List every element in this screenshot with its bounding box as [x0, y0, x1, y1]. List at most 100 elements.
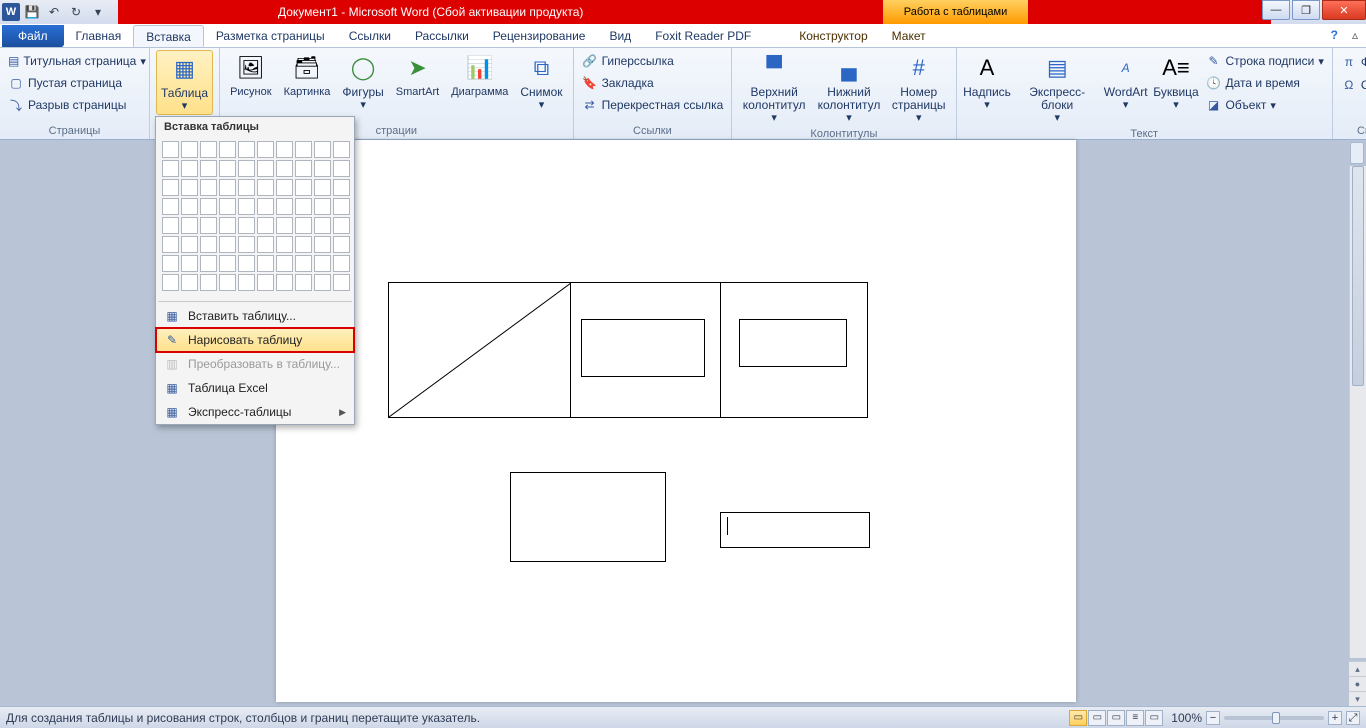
tab-design[interactable]: Конструктор	[787, 25, 879, 47]
grid-cell[interactable]	[276, 217, 293, 234]
save-icon[interactable]: 💾	[22, 2, 42, 22]
grid-cell[interactable]	[181, 274, 198, 291]
grid-cell[interactable]	[219, 141, 236, 158]
document-page[interactable]	[276, 140, 1076, 702]
grid-cell[interactable]	[314, 217, 331, 234]
grid-cell[interactable]	[314, 255, 331, 272]
grid-cell[interactable]	[333, 198, 350, 215]
grid-cell[interactable]	[238, 255, 255, 272]
quick-tables-item[interactable]: ▦Экспресс-таблицы▶	[156, 400, 354, 424]
lower-box-right[interactable]	[720, 512, 870, 548]
prev-page-icon[interactable]: ▴	[1349, 661, 1366, 676]
grid-cell[interactable]	[238, 179, 255, 196]
zoom-thumb[interactable]	[1272, 712, 1280, 724]
grid-cell[interactable]	[200, 255, 217, 272]
grid-cell[interactable]	[219, 179, 236, 196]
grid-cell[interactable]	[276, 160, 293, 177]
footer-button[interactable]: ▄Нижний колонтитул ▾	[814, 50, 884, 126]
grid-cell[interactable]	[200, 274, 217, 291]
grid-cell[interactable]	[162, 255, 179, 272]
grid-cell[interactable]	[295, 217, 312, 234]
screenshot-button[interactable]: ⧉Снимок▾	[516, 50, 566, 113]
grid-cell[interactable]	[257, 274, 274, 291]
grid-cell[interactable]	[333, 255, 350, 272]
grid-cell[interactable]	[238, 217, 255, 234]
browse-object-icon[interactable]: ●	[1349, 676, 1366, 691]
redo-icon[interactable]: ↻	[66, 2, 86, 22]
next-page-icon[interactable]: ▾	[1349, 691, 1366, 706]
grid-cell[interactable]	[238, 236, 255, 253]
tab-view[interactable]: Вид	[597, 25, 643, 47]
tab-references[interactable]: Ссылки	[337, 25, 403, 47]
grid-cell[interactable]	[276, 141, 293, 158]
grid-cell[interactable]	[162, 236, 179, 253]
grid-cell[interactable]	[181, 255, 198, 272]
excel-table-item[interactable]: ▦Таблица Excel	[156, 376, 354, 400]
file-tab[interactable]: Файл	[2, 25, 64, 47]
tab-page-layout[interactable]: Разметка страницы	[204, 25, 337, 47]
minimize-button[interactable]: —	[1262, 0, 1290, 20]
symbol-button[interactable]: ΩСимвол ▾	[1339, 76, 1366, 94]
grid-cell[interactable]	[162, 217, 179, 234]
grid-cell[interactable]	[257, 217, 274, 234]
draft-view-icon[interactable]: ▭	[1145, 710, 1163, 726]
tab-foxit[interactable]: Foxit Reader PDF	[643, 25, 763, 47]
grid-cell[interactable]	[276, 255, 293, 272]
help-icon[interactable]: ?	[1331, 28, 1338, 42]
minimize-ribbon-icon[interactable]: ▵	[1352, 28, 1358, 42]
print-layout-view-icon[interactable]: ▭	[1069, 710, 1087, 726]
grid-cell[interactable]	[181, 141, 198, 158]
grid-cell[interactable]	[162, 160, 179, 177]
cross-ref-button[interactable]: ⇄Перекрестная ссылка	[580, 96, 726, 114]
inner-box-1[interactable]	[581, 319, 705, 377]
grid-cell[interactable]	[200, 179, 217, 196]
grid-cell[interactable]	[295, 179, 312, 196]
bookmark-button[interactable]: 🔖Закладка	[580, 74, 726, 92]
outline-view-icon[interactable]: ≡	[1126, 710, 1144, 726]
ruler-toggle[interactable]	[1350, 142, 1364, 164]
vertical-scrollbar[interactable]	[1349, 166, 1366, 658]
grid-cell[interactable]	[333, 217, 350, 234]
grid-cell[interactable]	[333, 141, 350, 158]
wordart-button[interactable]: AWordArt▾	[1103, 50, 1149, 113]
grid-cell[interactable]	[181, 217, 198, 234]
grid-cell[interactable]	[276, 236, 293, 253]
shapes-button[interactable]: ◯Фигуры▾	[338, 50, 387, 113]
grid-cell[interactable]	[257, 236, 274, 253]
object-button[interactable]: ◪Объект ▾	[1203, 96, 1325, 114]
grid-cell[interactable]	[200, 217, 217, 234]
drawn-table[interactable]	[388, 282, 868, 418]
signature-line-button[interactable]: ✎Строка подписи ▾	[1203, 52, 1325, 70]
grid-cell[interactable]	[219, 236, 236, 253]
grid-cell[interactable]	[333, 160, 350, 177]
lower-box-left[interactable]	[510, 472, 666, 562]
grid-cell[interactable]	[181, 160, 198, 177]
tab-insert[interactable]: Вставка	[133, 25, 204, 47]
grid-cell[interactable]	[162, 198, 179, 215]
picture-button[interactable]: 🖼Рисунок	[226, 50, 276, 100]
header-button[interactable]: ▀Верхний колонтитул ▾	[738, 50, 810, 126]
inner-box-2[interactable]	[739, 319, 847, 367]
grid-cell[interactable]	[295, 160, 312, 177]
grid-cell[interactable]	[162, 141, 179, 158]
grid-cell[interactable]	[276, 179, 293, 196]
cover-page-button[interactable]: ▤Титульная страница ▾	[6, 52, 143, 70]
smartart-button[interactable]: ➤SmartArt	[392, 50, 443, 100]
grid-cell[interactable]	[295, 274, 312, 291]
blank-page-button[interactable]: ▢Пустая страница	[6, 74, 143, 92]
table-button[interactable]: ▦ Таблица▾	[156, 50, 213, 115]
restore-button[interactable]: ❐	[1292, 0, 1320, 20]
grid-cell[interactable]	[181, 198, 198, 215]
page-number-button[interactable]: #Номер страницы ▾	[888, 50, 950, 126]
scroll-thumb[interactable]	[1352, 166, 1364, 386]
grid-cell[interactable]	[314, 236, 331, 253]
fullscreen-reading-view-icon[interactable]: ▭	[1088, 710, 1106, 726]
clipart-button[interactable]: 🗃Картинка	[280, 50, 335, 100]
grid-cell[interactable]	[314, 141, 331, 158]
grid-cell[interactable]	[257, 160, 274, 177]
grid-cell[interactable]	[238, 160, 255, 177]
grid-cell[interactable]	[257, 179, 274, 196]
insert-table-item[interactable]: ▦Вставить таблицу...	[156, 304, 354, 328]
grid-cell[interactable]	[295, 141, 312, 158]
dropcap-button[interactable]: A≡Буквица▾	[1152, 50, 1199, 113]
